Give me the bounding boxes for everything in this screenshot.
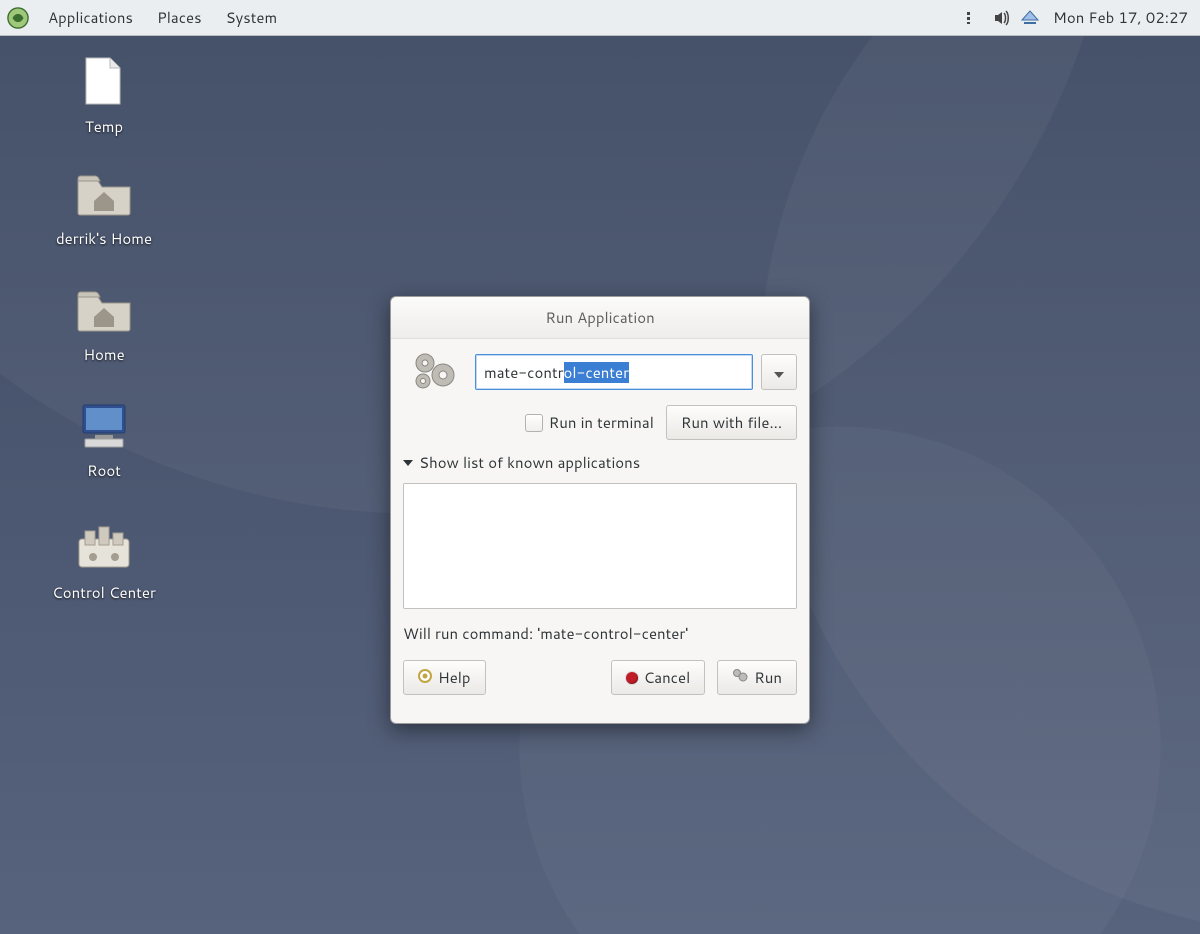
panel-clock[interactable]: Mon Feb 17, 02:27 [1047,7,1194,28]
run-application-dialog: Run Application mate-control-center [390,296,810,724]
dialog-titlebar[interactable]: Run Application [391,297,809,339]
menu-places[interactable]: Places [145,1,214,34]
command-text-selection: ol-center [564,362,630,383]
desktop-icon-temp[interactable]: Temp [24,54,184,137]
home-folder-icon [76,166,132,222]
computer-icon [76,398,132,454]
dialog-title: Run Application [545,307,654,328]
desktop-icon-label: Temp [85,116,123,137]
panel-menus: Applications Places System [6,1,289,34]
gears-icon [732,667,748,688]
will-run-command-label: Will run command: 'mate-control-center' [403,623,797,644]
command-text-prefix: mate-contr [484,362,564,383]
desktop-icon-derriks-home[interactable]: derrik's Home [24,166,184,249]
run-with-file-label: Run with file... [681,412,782,433]
run-button[interactable]: Run [717,660,797,695]
run-in-terminal-checkbox[interactable]: Run in terminal [525,412,654,433]
help-button[interactable]: Help [403,660,486,695]
triangle-down-icon [403,460,413,466]
run-with-file-button[interactable]: Run with file... [666,405,797,440]
checkbox-box-icon [525,414,543,432]
home-folder-icon [76,282,132,338]
control-center-icon [76,520,132,576]
distro-logo-icon[interactable] [6,6,30,30]
known-applications-list[interactable] [403,483,797,609]
known-apps-disclosure[interactable]: Show list of known applications [403,452,797,473]
command-history-dropdown[interactable] [761,354,797,390]
command-input[interactable]: mate-control-center [475,354,753,390]
network-icon[interactable] [1019,7,1041,29]
help-label: Help [438,667,471,688]
menu-system[interactable]: System [214,1,290,34]
system-tray: Mon Feb 17, 02:27 [963,7,1194,29]
desktop-icon-home[interactable]: Home [24,282,184,365]
desktop-icon-label: Home [83,344,124,365]
notification-icon[interactable] [963,7,985,29]
desktop-icon-root[interactable]: Root [24,398,184,481]
run-in-terminal-label: Run in terminal [549,412,654,433]
chevron-down-icon [774,362,784,383]
cancel-icon [626,672,638,684]
menu-applications[interactable]: Applications [36,1,145,34]
dialog-button-bar: Help Cancel Run [391,650,809,707]
cancel-label: Cancel [644,667,691,688]
cancel-button[interactable]: Cancel [611,660,706,695]
run-label: Run [754,667,782,688]
known-apps-label: Show list of known applications [419,452,640,473]
run-icon [403,349,467,395]
desktop-icon-label: Control Center [52,582,156,603]
help-icon [418,667,432,688]
volume-icon[interactable] [991,7,1013,29]
desktop-icon-control-center[interactable]: Control Center [24,520,184,603]
desktop-icon-label: derrik's Home [56,228,152,249]
top-panel: Applications Places System Mon Feb 17, 0… [0,0,1200,36]
text-file-icon [76,54,132,110]
desktop-icon-label: Root [87,460,121,481]
